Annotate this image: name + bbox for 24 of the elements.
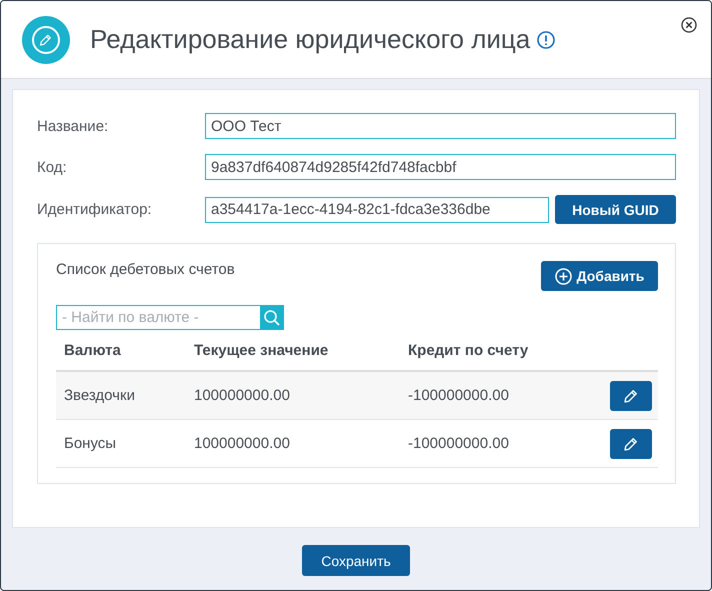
close-icon[interactable] (681, 17, 697, 33)
text-field[interactable]: ООО Тест (205, 113, 676, 139)
table-cell: Звездочки (56, 372, 186, 420)
dialog-title: Редактирование юридического лица (90, 24, 530, 55)
table-cell: -100000000.00 (400, 372, 610, 420)
field-label: Название: (37, 118, 110, 134)
search-icon[interactable] (260, 305, 284, 330)
table-cell: 100000000.00 (186, 420, 400, 468)
add-button[interactable]: Добавить (541, 261, 658, 291)
new-guid-button[interactable]: Новый GUID (555, 195, 676, 224)
search-field[interactable]: - Найти по валюте - (56, 305, 260, 330)
field-label: Код: (37, 158, 68, 176)
table-cell: Бонусы (56, 420, 186, 468)
text-field[interactable]: 9a837df640874d9285f42fd748facbbf (205, 154, 676, 180)
info-icon[interactable] (537, 30, 556, 48)
save-button[interactable]: Сохранить (302, 545, 410, 576)
text-field[interactable]: a354417a-1ecc-4194-82c1-fdca3e336dbe (205, 196, 549, 222)
section-title: Список дебетовых счетов (56, 261, 235, 278)
table-cell: 100000000.00 (186, 372, 400, 420)
edit-logo-icon (22, 16, 70, 64)
field-label: Идентификатор: (37, 201, 153, 218)
edit-button[interactable] (610, 428, 652, 458)
edit-button[interactable] (610, 380, 652, 410)
plus-icon (554, 268, 572, 284)
